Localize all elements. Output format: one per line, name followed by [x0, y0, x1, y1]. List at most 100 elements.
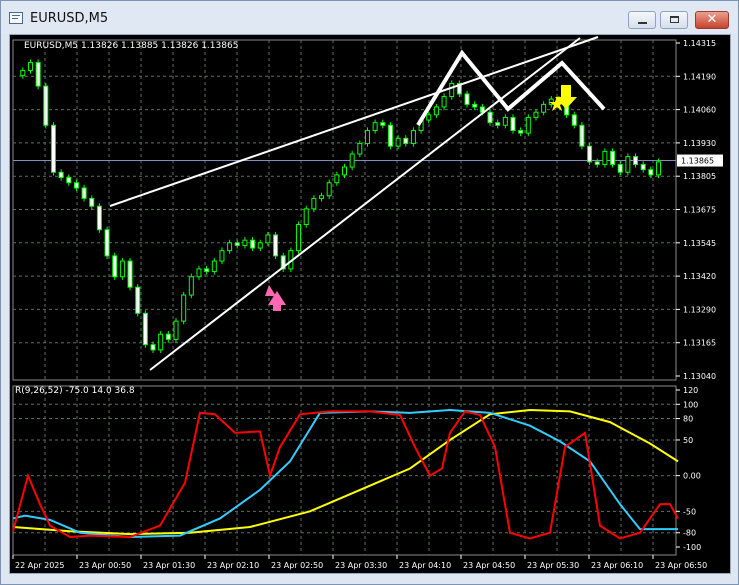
candle-body	[610, 150, 616, 165]
candle-body	[242, 239, 248, 246]
candle-body	[648, 169, 654, 176]
candle-body	[464, 93, 470, 105]
price-chart[interactable]: 1.14315 1.14190 1.14060 1.13930 1.13805 1.136…	[10, 35, 730, 573]
candle-body	[403, 137, 409, 145]
close-button[interactable]: ✕	[695, 11, 729, 29]
candle-body	[273, 234, 279, 257]
price-tick-label: 1.13545	[683, 239, 716, 248]
candle-body	[112, 255, 118, 278]
candle-body	[150, 344, 156, 351]
price-tick-label: 1.13805	[683, 172, 716, 181]
candle-body	[20, 69, 26, 77]
time-tick-label: 23 Apr 00:50	[79, 561, 131, 570]
time-tick-label: 23 Apr 02:10	[207, 561, 259, 570]
candle-body	[319, 195, 325, 199]
candle-body	[234, 242, 240, 246]
price-tick-label: 1.13420	[683, 272, 716, 281]
minimize-button[interactable]	[628, 11, 656, 29]
candle-body	[326, 182, 332, 197]
buy-arrow-icon	[265, 285, 276, 296]
candle-body	[265, 234, 271, 244]
candle-body	[135, 286, 141, 314]
candle-body	[387, 124, 393, 147]
indicator-tick-label: -80	[683, 529, 696, 538]
candle-body	[525, 116, 531, 134]
candle-body	[349, 153, 355, 168]
candle-body	[43, 85, 49, 126]
window-titlebar[interactable]: EURUSD,M5 ✕	[1, 1, 738, 33]
candle-body	[518, 129, 524, 134]
candle-body	[433, 106, 439, 116]
candle-body	[204, 268, 210, 273]
candle-body	[58, 171, 64, 179]
candle-body	[364, 129, 370, 145]
slow-line	[12, 408, 679, 536]
close-icon: ✕	[706, 12, 718, 27]
candle-body	[410, 129, 416, 145]
candle-body	[119, 260, 125, 278]
window-title: EURUSD,M5	[30, 11, 109, 26]
candle-body	[303, 208, 309, 226]
candle-body	[342, 166, 347, 176]
candle-body	[502, 116, 508, 126]
candle-body	[441, 96, 447, 108]
candle-body	[181, 294, 187, 322]
candle-body	[571, 114, 577, 126]
indicator-tick-label: 50	[683, 436, 693, 445]
candle-body	[81, 187, 87, 199]
minimize-icon	[638, 22, 647, 24]
candle-body	[219, 250, 225, 262]
price-tick-label: 1.13165	[683, 339, 716, 348]
current-price-label: 1.13865	[681, 157, 714, 166]
candle-body	[104, 229, 110, 257]
indicator-label: R(9,26,52) -75.0 14.0 36.8	[15, 386, 135, 396]
candle-body	[257, 242, 263, 249]
price-tick-label: 1.14190	[683, 72, 716, 81]
indicator-tick-label: -100	[683, 543, 701, 552]
lower-trendline	[149, 37, 581, 371]
candle-body	[472, 103, 478, 108]
candle-body	[27, 62, 33, 71]
indicator-tick-label: 80	[683, 415, 693, 424]
mid-line	[12, 408, 678, 539]
indicator-tick-label: 120	[683, 386, 698, 395]
candle-body	[211, 260, 217, 273]
maximize-button[interactable]	[660, 11, 688, 29]
indicator-lines	[12, 408, 679, 540]
chart-window-icon	[9, 12, 23, 24]
candle-body	[357, 143, 363, 155]
time-tick-label: 22 Apr 2025	[15, 561, 64, 570]
time-tick-label: 23 Apr 03:30	[335, 561, 387, 570]
price-tick-label: 1.14060	[683, 106, 716, 115]
candle-body	[380, 122, 386, 126]
candle-body	[296, 224, 302, 252]
candle-body	[487, 111, 493, 124]
candle-body	[50, 124, 56, 173]
candle-body	[142, 312, 148, 346]
chart-window: EURUSD,M5 ✕ 1.14315 1.14190 1.14060 1.13930…	[0, 0, 739, 585]
candle-body	[594, 161, 600, 165]
time-tick-label: 23 Apr 05:30	[527, 561, 579, 570]
candle-body	[587, 145, 593, 163]
candle-body	[35, 62, 41, 87]
candle-body	[602, 150, 608, 165]
candle-body	[127, 260, 133, 288]
time-tick-label: 23 Apr 04:50	[463, 561, 515, 570]
candle-body	[89, 197, 95, 207]
symbol-header: EURUSD,M5 1.13826 1.13885 1.13826 1.1386…	[24, 41, 238, 51]
chart-frame[interactable]: 1.14315 1.14190 1.14060 1.13930 1.13805 1.136…	[9, 34, 731, 574]
candle-body	[640, 163, 646, 171]
candle-body	[96, 205, 102, 231]
price-tick-label: 1.14315	[683, 39, 716, 48]
candle-body	[188, 276, 194, 296]
price-tick-label: 1.13930	[683, 139, 716, 148]
time-tick-label: 23 Apr 01:30	[143, 561, 195, 570]
candle-body	[395, 137, 401, 147]
candle-body	[449, 82, 455, 98]
axes: 1.14315 1.14190 1.14060 1.13930 1.13805 1.136…	[12, 39, 723, 570]
indicator-tick-label: -50	[683, 507, 696, 516]
candle-body	[617, 163, 623, 173]
candle-body	[625, 156, 631, 173]
time-tick-label: 23 Apr 04:10	[399, 561, 451, 570]
candle-body	[66, 177, 72, 184]
